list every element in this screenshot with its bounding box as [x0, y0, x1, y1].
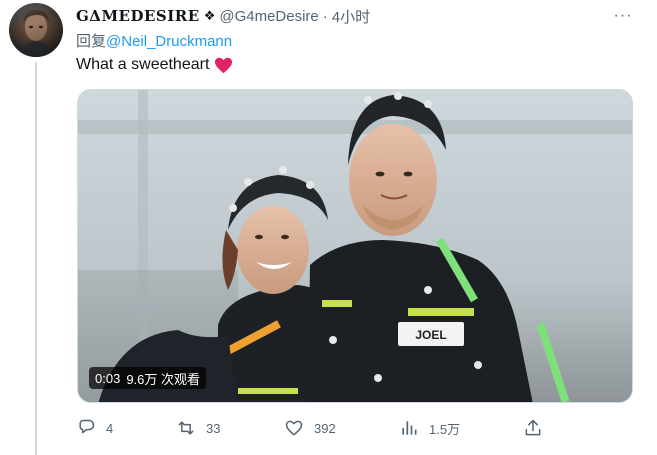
like-count: 392	[314, 420, 336, 436]
views-button[interactable]: 1.5万	[399, 416, 460, 440]
video-duration: 0:03	[95, 370, 121, 386]
reply-prefix: 回复	[76, 33, 107, 50]
reply-button[interactable]: 4	[76, 416, 113, 440]
more-options-button[interactable]: ···	[612, 6, 634, 26]
reply-count: 4	[106, 420, 114, 436]
views-count: 1.5万	[429, 421, 461, 437]
retweet-count: 33	[206, 420, 221, 436]
thread-line	[35, 62, 37, 455]
name-badge: ❖	[203, 8, 216, 23]
display-name[interactable]: GΔMEDESIRE	[76, 7, 200, 25]
video-player[interactable]: JOEL	[77, 89, 633, 403]
user-handle[interactable]: @G4meDesire	[219, 8, 318, 25]
costume-name-badge: JOEL	[415, 328, 446, 342]
tweet-text-content: What a sweetheart	[76, 56, 210, 73]
tweet[interactable]: GΔMEDESIRE ❖ @G4meDesire · 4小时 ··· 回复@Ne…	[0, 0, 657, 455]
avatar[interactable]	[9, 3, 63, 57]
tweet-actions: 4 33 392 1.5万	[76, 416, 556, 440]
reply-icon	[79, 419, 95, 434]
retweet-button[interactable]: 33	[176, 416, 220, 440]
like-button[interactable]: 392	[284, 416, 336, 440]
reply-context: 回复@Neil_Druckmann	[76, 30, 232, 50]
analytics-icon	[402, 421, 417, 435]
tweet-text: What a sweetheart	[76, 54, 233, 76]
video-views: 9.6万 次观看	[126, 371, 200, 387]
video-info-badge: 0:03 9.6万 次观看	[89, 367, 206, 389]
share-icon	[525, 419, 541, 436]
video-frame-image: JOEL	[78, 90, 632, 402]
retweet-icon	[178, 421, 194, 435]
more-icon: ···	[613, 7, 633, 24]
separator-dot: ·	[322, 7, 328, 25]
share-button[interactable]	[523, 416, 543, 440]
tweet-header: GΔMEDESIRE ❖ @G4meDesire · 4小时	[76, 6, 370, 26]
red-heart-emoji-icon	[214, 57, 233, 74]
timestamp[interactable]: 4小时	[332, 6, 370, 27]
reply-mention-link[interactable]: @Neil_Druckmann	[106, 33, 232, 50]
heart-icon	[285, 420, 303, 436]
